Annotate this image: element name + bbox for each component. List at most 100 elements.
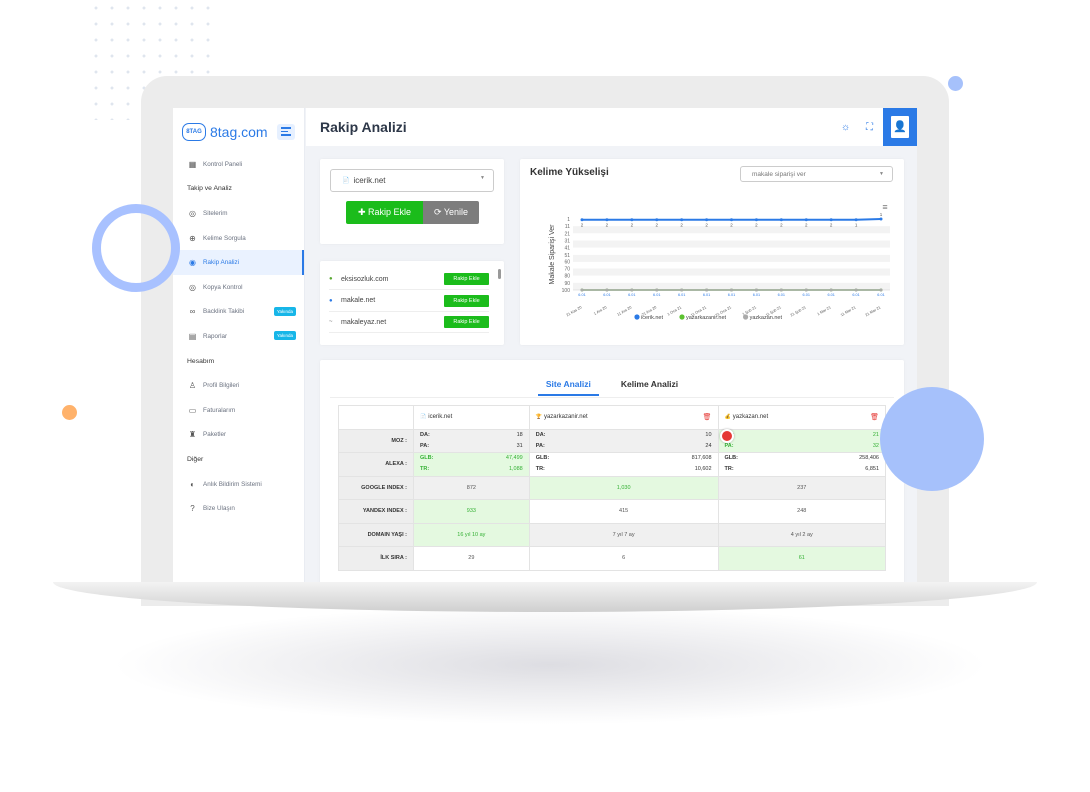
metric-label: ALEXA : xyxy=(338,452,414,477)
sidebar-item-paketler[interactable]: ♜ Paketler xyxy=(173,423,304,448)
metric-cell: 4 yıl 2 ay xyxy=(717,522,887,547)
check-circle-icon: ◎ xyxy=(189,282,196,292)
avatar-image: 👤 xyxy=(891,116,909,138)
metric-cell: 7 yıl 7 ay xyxy=(528,522,719,547)
site-column-header: 🏆 yazarkazanir.net 🗑 xyxy=(528,405,719,430)
x-value-label: 6.01 xyxy=(578,293,585,297)
metric-value: 10 xyxy=(705,431,712,438)
data-point xyxy=(730,288,733,292)
legend-marker xyxy=(634,314,640,320)
trash-icon[interactable]: 🗑 xyxy=(703,413,712,421)
sidebar-item-kopya-kontrol[interactable]: ◎ Kopya Kontrol xyxy=(173,275,304,300)
metric-key: GLB: xyxy=(724,455,738,462)
x-tick-label: 1 Mar 21 xyxy=(817,305,832,316)
data-point xyxy=(829,288,833,292)
sidebar-item-profil-bilgileri[interactable]: ♙ Profil Bilgileri xyxy=(173,373,304,398)
sidebar-section-title: Hesabım xyxy=(187,357,215,365)
brand[interactable]: 8TAG 8tag.com xyxy=(173,108,304,146)
site-favicon-icon: 📄 xyxy=(420,414,427,421)
search-icon: ⊕ xyxy=(189,233,196,243)
x-value-label: 6.01 xyxy=(778,293,785,297)
site-favicon-icon: 📄 xyxy=(342,178,350,184)
data-point xyxy=(655,288,659,292)
data-point xyxy=(630,288,634,292)
legend-label: yazarkazanir.net xyxy=(686,315,727,321)
y-tick-label: 80 xyxy=(564,274,570,280)
x-tick-label: 1 Oca 21 xyxy=(667,305,682,316)
notification-icon: ◐ xyxy=(190,479,195,489)
hero-stage: 8TAG 8tag.com ▦ Kontrol Paneli Takip ve An… xyxy=(0,0,1090,792)
site-select[interactable]: 📄 icerik.net ▼ xyxy=(330,169,494,192)
metric-value: 817,608 xyxy=(691,455,712,462)
data-point xyxy=(829,218,833,222)
trash-icon[interactable]: 🗑 xyxy=(870,413,879,421)
sidebar-item-raporlar[interactable]: ▤ Raporlar Yakında xyxy=(173,324,304,349)
tab-keyword-analysis[interactable]: Kelime Analizi xyxy=(613,374,686,396)
data-point xyxy=(580,218,584,222)
legend-marker xyxy=(743,314,749,320)
sidebar-nav: ▦ Kontrol Paneli Takip ve Analiz ◎ Sitelerim… xyxy=(173,152,304,521)
sidebar-item-bize-ula-n[interactable]: ? Bize Ulaşın xyxy=(173,496,304,521)
sidebar-item-label: Kelime Sorgula xyxy=(203,234,246,242)
grid-band xyxy=(573,240,890,248)
y-tick-label: 60 xyxy=(564,259,570,265)
refresh-button[interactable]: ⟳ Yenile xyxy=(423,201,479,224)
sidebar-item-label: Paketler xyxy=(203,431,227,439)
main-content: Rakip Analizi ☼ ⛶ 👤 📄 icerik.net ▼ ✚ Rak… xyxy=(306,108,917,582)
tab-site-analysis[interactable]: Site Analizi xyxy=(537,374,599,396)
theme-toggle-icon[interactable]: ☼ xyxy=(841,122,850,133)
add-competitor-row-button[interactable]: Rakip Ekle xyxy=(444,294,489,307)
metric-key: GLB: xyxy=(420,455,434,462)
y-tick-label: 41 xyxy=(564,246,570,252)
sidebar-item-kelime-sorgula[interactable]: ⊕ Kelime Sorgula xyxy=(173,226,304,251)
sidebar-item-backlink-takibi[interactable]: ∞ Backlink Takibi Yakında xyxy=(173,300,304,325)
y-tick-label: 21 xyxy=(564,231,570,237)
metric-value: 18 xyxy=(516,431,523,438)
menu-toggle-icon[interactable] xyxy=(277,123,295,140)
sidebar-item-label: Kontrol Paneli xyxy=(203,160,243,168)
x-value-label: 6.01 xyxy=(703,293,710,297)
sidebar-item-anl-k-bildirim-sistemi[interactable]: ◐ Anlık Bildirim Sistemi xyxy=(173,472,304,497)
sidebar-item-kontrol-paneli[interactable]: ▦ Kontrol Paneli xyxy=(173,152,304,177)
scrollbar[interactable] xyxy=(498,269,501,279)
x-value-label: 6.01 xyxy=(877,293,884,297)
metric-value: 6,851 xyxy=(865,466,879,473)
metric-cell: GLB: 817,608 TR: 10,602 xyxy=(528,452,719,477)
sidebar-item-label: Backlink Takibi xyxy=(203,308,245,316)
competitor-row: ● makale.net Rakip Ekle xyxy=(329,291,489,312)
legend-marker xyxy=(679,314,685,320)
add-competitor-row-button[interactable]: Rakip Ekle xyxy=(444,316,489,328)
notification-bell-icon[interactable] xyxy=(720,429,734,443)
sidebar-item-sitelerim[interactable]: ◎ Sitelerim xyxy=(173,201,304,226)
metric-cell: 248 xyxy=(717,499,887,524)
sidebar-item-faturalar-m[interactable]: ▭ Faturalarım xyxy=(173,398,304,423)
topbar: Rakip Analizi ☼ ⛶ 👤 xyxy=(306,108,917,146)
sidebar-item-rakip-analizi[interactable]: ◉ Rakip Analizi xyxy=(173,250,304,275)
keyword-rank-chart: 1112131415160708090100Makale Siparişi Ve… xyxy=(549,202,890,321)
metric-cell: 29 xyxy=(413,546,530,571)
metric-value: 21 xyxy=(872,431,879,438)
metric-cell: DA:21PA:32 xyxy=(717,428,887,453)
table-row: GOOGLE INDEX :872 1,030 237 xyxy=(338,475,887,500)
metric-key: PA: xyxy=(420,442,430,449)
fullscreen-icon[interactable]: ⛶ xyxy=(866,122,873,133)
decorative-circle-large xyxy=(880,387,984,491)
link-icon: ∞ xyxy=(189,307,196,317)
analysis-card: Site Analizi Kelime Analizi 📄 icerik.net 🏆… xyxy=(320,360,904,582)
metric-key: TR: xyxy=(535,466,545,473)
add-competitor-row-button[interactable]: Rakip Ekle xyxy=(444,273,489,285)
competitor-row: ● eksisozluk.com Rakip Ekle xyxy=(329,269,489,290)
avatar[interactable]: 👤 xyxy=(883,108,917,146)
sidebar-item-label: Faturalarım xyxy=(203,406,236,414)
decorative-circle-small xyxy=(948,76,963,91)
table-header-row: 📄 icerik.net 🏆 yazarkazanir.net 🗑 💰 yazkazan.n… xyxy=(338,405,887,430)
data-point xyxy=(605,288,609,292)
metric-cell: 61 xyxy=(717,546,887,571)
x-tick-label: 1 Ara 20 xyxy=(593,305,607,316)
add-competitor-button[interactable]: ✚ Rakip Ekle xyxy=(346,201,423,224)
analysis-tabs: Site Analizi Kelime Analizi xyxy=(320,374,904,396)
table-row: DOMAIN YAŞI :16 yıl 10 ay 7 yıl 7 ay 4 yıl… xyxy=(338,522,887,547)
data-point xyxy=(705,288,709,292)
x-tick-label: 21 Kas 20 xyxy=(566,305,583,317)
x-value-label: 6.01 xyxy=(628,293,635,297)
